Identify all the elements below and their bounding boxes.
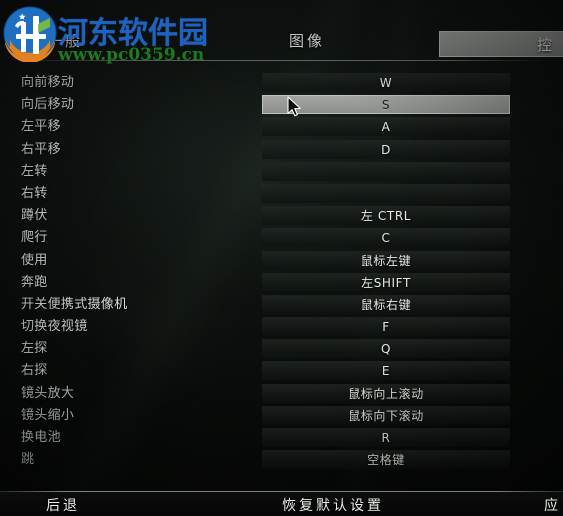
table-row[interactable]: 右平移 D <box>0 139 563 161</box>
key-binding-cell[interactable]: F <box>262 317 510 337</box>
table-row[interactable]: 右转 <box>0 183 563 205</box>
table-row[interactable]: 向前移动 W <box>0 72 563 94</box>
apply-button[interactable]: 应 <box>544 495 561 515</box>
key-binding-cell[interactable]: S <box>262 95 510 115</box>
table-row[interactable]: 使用 鼠标左键 <box>0 250 563 272</box>
key-binding-value: 左SHIFT <box>361 275 411 290</box>
key-binding-value: R <box>381 431 391 445</box>
key-binding-cell[interactable] <box>262 161 510 181</box>
action-label: 左转 <box>21 163 48 179</box>
key-binding-value: W <box>379 76 393 90</box>
key-binding-cell[interactable]: 鼠标向下滚动 <box>262 405 510 425</box>
restore-defaults-button[interactable]: 恢复默认设置 <box>282 495 384 515</box>
table-row[interactable]: 开关便携式摄像机 鼠标右键 <box>0 294 563 316</box>
key-binding-value: 空格键 <box>367 453 405 468</box>
key-binding-cell[interactable]: D <box>262 139 510 159</box>
key-binding-value: Q <box>380 342 392 357</box>
key-bindings-list: 向前移动 W 向后移动 S 左平移 A 右平移 D 左转右转蹲伏 左 CTRL 爬行 C 使用 鼠标左键奔… <box>0 72 563 471</box>
action-label: 右转 <box>21 185 48 201</box>
key-binding-cell[interactable]: 左 CTRL <box>262 206 510 226</box>
key-binding-value: S <box>381 98 391 113</box>
tab-general[interactable]: 一般 <box>47 30 83 51</box>
action-label: 左探 <box>21 341 48 357</box>
tab-controls-label: 控 <box>537 36 555 54</box>
tab-image[interactable]: 图像 <box>289 30 325 51</box>
action-label: 爬行 <box>21 230 48 246</box>
table-row[interactable]: 爬行 C <box>0 227 563 249</box>
action-label: 切换夜视镜 <box>21 319 88 335</box>
table-row[interactable]: 切换夜视镜 F <box>0 316 563 338</box>
table-row[interactable]: 镜头放大 鼠标向上滚动 <box>0 383 563 405</box>
action-label: 向后移动 <box>21 97 75 113</box>
table-row[interactable]: 左探 Q <box>0 338 563 360</box>
key-binding-cell[interactable]: 左SHIFT <box>262 272 510 292</box>
key-binding-value: D <box>381 142 391 157</box>
action-label: 向前移动 <box>21 75 75 90</box>
key-binding-value: F <box>382 320 390 335</box>
table-row[interactable]: 换电池 R <box>0 427 563 449</box>
key-binding-cell[interactable] <box>262 183 510 203</box>
action-label: 蹲伏 <box>21 208 48 224</box>
key-binding-cell[interactable]: 鼠标左键 <box>262 250 510 270</box>
action-label: 开关便携式摄像机 <box>21 296 128 312</box>
action-label: 使用 <box>21 252 48 268</box>
key-binding-cell[interactable]: 鼠标右键 <box>262 294 510 314</box>
action-label: 跳 <box>21 452 35 468</box>
table-row[interactable]: 镜头缩小 鼠标向下滚动 <box>0 405 563 427</box>
table-row[interactable]: 左转 <box>0 161 563 183</box>
key-binding-value: 鼠标向上滚动 <box>348 386 424 401</box>
footer-bar: 后退 恢复默认设置 应 <box>0 492 563 516</box>
key-binding-cell[interactable]: 鼠标向上滚动 <box>262 383 510 403</box>
key-binding-value: E <box>381 364 391 379</box>
table-row[interactable]: 向后移动 S <box>0 94 563 116</box>
action-label: 左平移 <box>21 119 61 135</box>
table-row[interactable]: 蹲伏 左 CTRL <box>0 205 563 227</box>
key-binding-value: 鼠标向下滚动 <box>348 408 424 423</box>
action-label: 右探 <box>21 363 48 379</box>
key-binding-cell[interactable]: Q <box>262 339 510 359</box>
table-row[interactable]: 奔跑 左SHIFT <box>0 272 563 294</box>
key-binding-value: 鼠标右键 <box>360 297 412 312</box>
action-label: 右平移 <box>21 141 61 157</box>
key-binding-value: A <box>381 120 391 135</box>
key-binding-cell[interactable]: R <box>262 428 510 447</box>
key-binding-cell[interactable]: E <box>262 361 510 381</box>
key-binding-value: C <box>381 231 391 246</box>
settings-tab-bar: 一般 图像 控 <box>0 0 563 61</box>
back-button[interactable]: 后退 <box>46 495 80 515</box>
game-settings-screen: 一般 图像 控 向前移动 W 向后移动 S 左平移 A 右平移 D 左转右转蹲伏 左 CTRL 爬行… <box>0 0 563 516</box>
tab-bar-divider <box>22 60 541 61</box>
key-binding-cell[interactable]: A <box>262 117 510 137</box>
key-binding-cell[interactable]: C <box>262 228 510 248</box>
key-binding-value: 鼠标左键 <box>360 253 412 268</box>
table-row[interactable]: 左平移 A <box>0 116 563 138</box>
key-binding-value: 左 CTRL <box>360 209 412 224</box>
table-row[interactable]: 跳 空格键 <box>0 449 563 471</box>
action-label: 换电池 <box>21 430 61 445</box>
table-row[interactable]: 右探 E <box>0 360 563 382</box>
action-label: 奔跑 <box>21 274 48 290</box>
action-label: 镜头缩小 <box>21 407 75 423</box>
action-label: 镜头放大 <box>21 385 75 401</box>
key-binding-cell[interactable]: 空格键 <box>262 450 510 470</box>
key-binding-cell[interactable]: W <box>262 73 510 92</box>
